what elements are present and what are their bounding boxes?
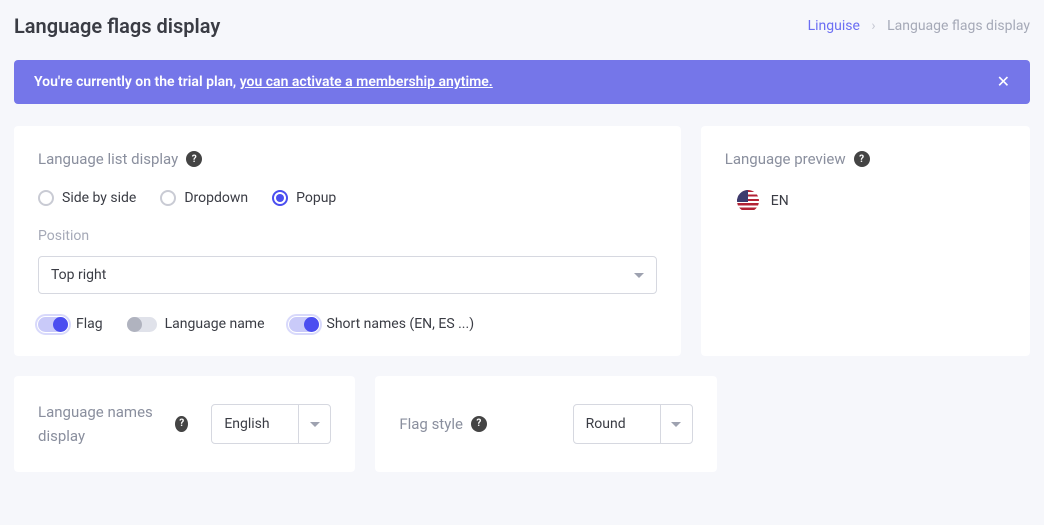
breadcrumb-root-link[interactable]: Linguise	[808, 18, 860, 34]
page-title: Language flags display	[14, 14, 220, 38]
toggle-short-names[interactable]	[289, 317, 319, 332]
radio-side-by-side[interactable]: Side by side	[38, 190, 136, 206]
flag-style-card: Flag style ? Round	[375, 376, 716, 472]
position-label: Position	[38, 228, 657, 244]
toggle-flag[interactable]	[38, 317, 68, 332]
radio-icon	[272, 190, 288, 206]
radio-icon	[38, 190, 54, 206]
spacer	[737, 376, 1030, 472]
chevron-down-icon	[671, 422, 681, 427]
toggle-label: Flag	[76, 316, 103, 332]
chevron-down-icon	[310, 422, 320, 427]
preview-lang-code: EN	[771, 193, 789, 209]
radio-dropdown[interactable]: Dropdown	[160, 190, 248, 206]
help-icon[interactable]: ?	[471, 416, 487, 432]
toggle-label: Short names (EN, ES ...)	[327, 316, 475, 332]
us-flag-icon	[737, 190, 759, 212]
select-value: Top right	[51, 267, 106, 283]
chevron-down-icon	[634, 273, 644, 278]
breadcrumb-current: Language flags display	[887, 18, 1030, 34]
section-title-preview: Language preview	[725, 150, 846, 168]
language-preview-card: Language preview ? EN	[701, 126, 1030, 356]
radio-label: Dropdown	[184, 190, 248, 206]
help-icon[interactable]: ?	[854, 151, 870, 167]
flag-style-select[interactable]: Round	[573, 404, 693, 444]
section-title-flag-style: Flag style	[399, 412, 463, 436]
help-icon[interactable]: ?	[175, 416, 188, 432]
toggle-label: Language name	[165, 316, 265, 332]
close-icon[interactable]: ✕	[997, 74, 1010, 90]
trial-banner: You're currently on the trial plan, you …	[14, 60, 1030, 104]
language-names-select[interactable]: English	[211, 404, 331, 444]
select-value: Round	[574, 416, 660, 432]
select-value: English	[212, 416, 298, 432]
radio-label: Side by side	[62, 190, 136, 206]
help-icon[interactable]: ?	[186, 151, 202, 167]
section-title-names: Language names display	[38, 400, 167, 448]
language-names-display-card: Language names display ? English	[14, 376, 355, 472]
radio-label: Popup	[296, 190, 336, 206]
breadcrumb: Linguise › Language flags display	[808, 18, 1030, 34]
radio-popup[interactable]: Popup	[272, 190, 336, 206]
language-list-display-card: Language list display ? Side by side Dro…	[14, 126, 681, 356]
position-select[interactable]: Top right	[38, 256, 657, 294]
chevron-right-icon: ›	[871, 18, 875, 34]
banner-text: You're currently on the trial plan,	[34, 74, 240, 90]
section-title-display: Language list display	[38, 150, 178, 168]
toggle-language-name[interactable]	[127, 317, 157, 332]
activate-membership-link[interactable]: you can activate a membership anytime.	[240, 74, 493, 90]
radio-icon	[160, 190, 176, 206]
